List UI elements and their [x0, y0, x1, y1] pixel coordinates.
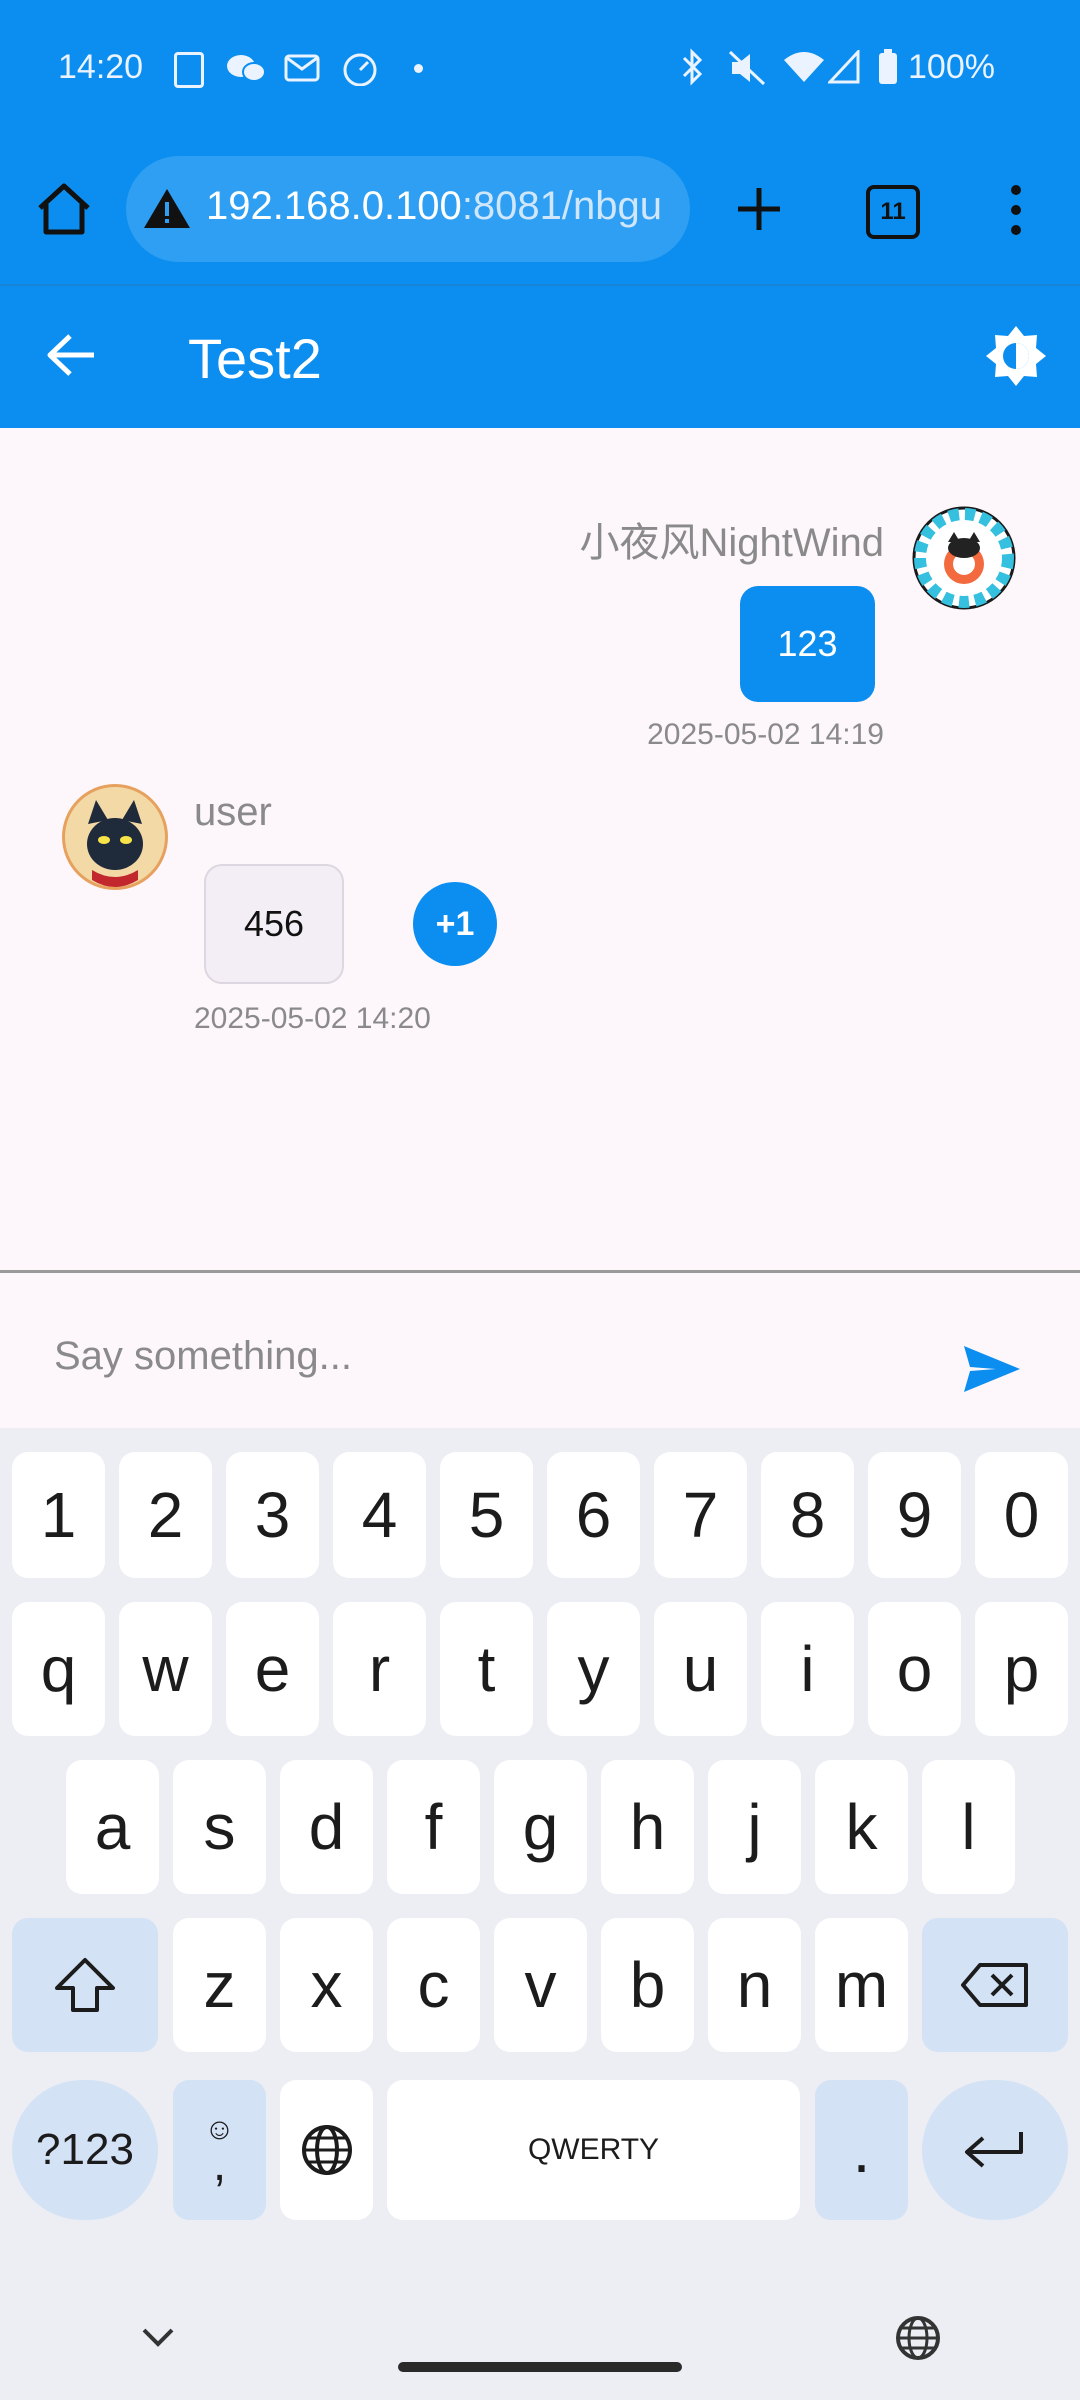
message-input[interactable] [52, 1320, 906, 1392]
url-host: 192.168.0.100 [206, 184, 462, 228]
sender-name: 小夜风NightWind [579, 521, 884, 565]
speedometer-icon [343, 53, 377, 86]
globe-icon [301, 2125, 352, 2175]
tab-switcher-button[interactable]: 11 [866, 185, 920, 239]
nfc-icon [174, 52, 204, 88]
key-g[interactable]: g [494, 1760, 587, 1894]
key-2[interactable]: 2 [119, 1452, 212, 1578]
more-notifications-dot [414, 64, 423, 73]
key-7[interactable]: 7 [654, 1452, 747, 1578]
key-1[interactable]: 1 [12, 1452, 105, 1578]
back-arrow-icon[interactable] [46, 332, 98, 378]
key-3[interactable]: 3 [226, 1452, 319, 1578]
key-t[interactable]: t [440, 1602, 533, 1736]
globe-icon[interactable] [894, 2314, 942, 2362]
comma-key[interactable]: ☺ , [173, 2080, 266, 2220]
enter-key[interactable] [922, 2080, 1068, 2220]
key-n[interactable]: n [708, 1918, 801, 2052]
key-5[interactable]: 5 [440, 1452, 533, 1578]
key-m[interactable]: m [815, 1918, 908, 2052]
home-indicator[interactable] [398, 2362, 682, 2372]
bluetooth-icon [682, 48, 703, 86]
key-4[interactable]: 4 [333, 1452, 426, 1578]
key-c[interactable]: c [387, 1918, 480, 2052]
home-icon[interactable] [34, 180, 94, 236]
key-u[interactable]: u [654, 1602, 747, 1736]
key-k[interactable]: k [815, 1760, 908, 1894]
avatar[interactable] [912, 506, 1016, 610]
battery-percentage: 100% [908, 48, 995, 86]
key-6[interactable]: 6 [547, 1452, 640, 1578]
key-9[interactable]: 9 [868, 1452, 961, 1578]
battery-icon [879, 49, 897, 84]
avatar[interactable] [62, 784, 168, 890]
key-w[interactable]: w [119, 1602, 212, 1736]
key-0[interactable]: 0 [975, 1452, 1068, 1578]
new-tab-icon[interactable] [734, 184, 784, 234]
key-p[interactable]: p [975, 1602, 1068, 1736]
language-key[interactable] [280, 2080, 373, 2220]
key-e[interactable]: e [226, 1602, 319, 1736]
key-o[interactable]: o [868, 1602, 961, 1736]
key-i[interactable]: i [761, 1602, 854, 1736]
mute-icon [728, 50, 766, 86]
key-l[interactable]: l [922, 1760, 1015, 1894]
url-path: :8081/nbgu [461, 184, 663, 228]
toolbar-divider [0, 284, 1080, 286]
brightness-toggle-icon[interactable] [984, 324, 1048, 388]
key-r[interactable]: r [333, 1602, 426, 1736]
key-y[interactable]: y [547, 1602, 640, 1736]
chevron-down-icon[interactable] [140, 2326, 176, 2348]
key-z[interactable]: z [173, 1918, 266, 2052]
message-timestamp: 2025-05-02 14:20 [194, 1002, 431, 1035]
key-d[interactable]: d [280, 1760, 373, 1894]
period-key[interactable]: . [815, 2080, 908, 2220]
page-title: Test2 [188, 327, 322, 390]
message-timestamp: 2025-05-02 14:19 [647, 718, 884, 751]
shift-key[interactable] [12, 1918, 158, 2052]
wifi-icon [784, 52, 824, 82]
shift-icon [55, 1958, 115, 2012]
key-8[interactable]: 8 [761, 1452, 854, 1578]
key-f[interactable]: f [387, 1760, 480, 1894]
cellular-signal-icon [828, 50, 860, 84]
key-j[interactable]: j [708, 1760, 801, 1894]
message-bubble[interactable]: 456 [204, 864, 344, 984]
sender-name: user [194, 790, 272, 834]
backspace-icon [961, 1963, 1028, 2007]
not-secure-warning-icon[interactable] [142, 186, 192, 230]
key-h[interactable]: h [601, 1760, 694, 1894]
backspace-key[interactable] [922, 1918, 1068, 2052]
symbols-key[interactable]: ?123 [12, 2080, 158, 2220]
enter-icon [965, 2132, 1023, 2168]
mail-icon [284, 54, 320, 82]
message-bubble[interactable]: 123 [740, 586, 875, 702]
url-text[interactable]: 192.168.0.100:8081/nbgu [206, 184, 672, 229]
wechat-icon [227, 55, 266, 82]
plus-one-button[interactable]: +1 [413, 882, 497, 966]
key-a[interactable]: a [66, 1760, 159, 1894]
composer-divider [0, 1270, 1080, 1273]
key-x[interactable]: x [280, 1918, 373, 2052]
key-q[interactable]: q [12, 1602, 105, 1736]
more-options-icon[interactable] [1004, 182, 1028, 238]
space-bar[interactable]: QWERTY [387, 2080, 800, 2220]
status-time: 14:20 [58, 48, 144, 86]
key-s[interactable]: s [173, 1760, 266, 1894]
key-b[interactable]: b [601, 1918, 694, 2052]
send-icon[interactable] [962, 1344, 1022, 1394]
key-v[interactable]: v [494, 1918, 587, 2052]
comma-label: , [212, 2138, 227, 2191]
